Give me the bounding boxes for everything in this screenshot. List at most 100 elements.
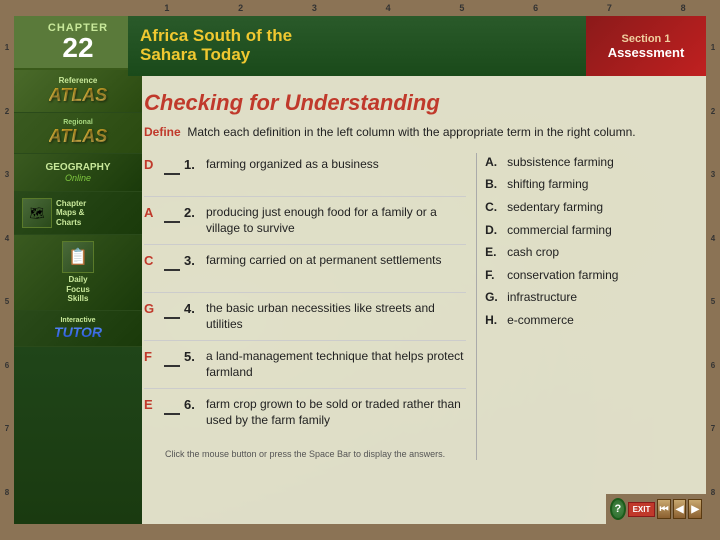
q-num-4: 4. <box>184 300 202 316</box>
ruler-right-4: 4 <box>711 207 715 271</box>
q-underline-1 <box>164 156 180 175</box>
daily-focus-label: DailyFocusSkills <box>66 275 90 304</box>
instruction-body: Match each definition in the left column… <box>187 125 635 139</box>
main-content: Checking for Understanding Define Match … <box>128 76 706 524</box>
click-note: Click the mouse button or press the Spac… <box>144 449 466 461</box>
ruler-left-7: 7 <box>5 397 9 461</box>
a-letter-c: C. <box>485 200 501 214</box>
a-letter-d: D. <box>485 223 501 237</box>
a-text-c: sedentary farming <box>507 200 603 216</box>
ruler-top: 1 2 3 4 5 6 7 8 <box>0 0 720 16</box>
table-row: F 5. a land-management technique that he… <box>144 345 466 389</box>
ruler-num-7: 7 <box>573 3 647 13</box>
next-button[interactable]: ▶ <box>688 499 702 519</box>
answers-column: A. subsistence farming B. shifting farmi… <box>476 153 690 461</box>
assessment-label: Assessment <box>608 45 685 60</box>
ruler-num-8: 8 <box>646 3 720 13</box>
q-num-2: 2. <box>184 204 202 220</box>
table-row: G 4. the basic urban necessities like st… <box>144 297 466 341</box>
a-text-f: conservation farming <box>507 268 618 284</box>
ruler-right-2: 2 <box>711 80 715 144</box>
q-underline-4 <box>164 300 180 319</box>
a-text-h: e-commerce <box>507 313 574 329</box>
q-answer-f: F <box>144 348 160 364</box>
ruler-num-2: 2 <box>204 3 278 13</box>
help-button[interactable]: ? <box>610 498 626 520</box>
q-num-3: 3. <box>184 252 202 268</box>
section-badge: Section 1 Assessment <box>586 16 706 76</box>
q-underline-2 <box>164 204 180 223</box>
section-label: Section 1 <box>622 33 671 45</box>
ruler-left-6: 6 <box>5 334 9 398</box>
sidebar-item-interactive-tutor[interactable]: Interactive TUTOR <box>14 311 142 347</box>
a-text-d: commercial farming <box>507 223 612 239</box>
ruler-right-6: 6 <box>711 334 715 398</box>
q-underline-3 <box>164 252 180 271</box>
chapter-box: CHAPTER 22 <box>14 16 142 70</box>
ruler-num-1: 1 <box>130 3 204 13</box>
sidebar-item-reference-atlas[interactable]: Reference ATLAS <box>14 70 142 113</box>
q-answer-d: D <box>144 156 160 172</box>
ruler-right: 1 2 3 4 5 6 7 8 <box>706 16 720 524</box>
a-text-g: infrastructure <box>507 290 577 306</box>
sidebar-item-geography-online[interactable]: GEOGRAPHY Online <box>14 154 142 192</box>
table-row: C 3. farming carried on at permanent set… <box>144 249 466 293</box>
a-letter-a: A. <box>485 155 501 169</box>
ruler-right-7: 7 <box>711 397 715 461</box>
reference-label: Reference <box>59 76 98 85</box>
sidebar-item-daily-focus[interactable]: 📋 DailyFocusSkills <box>14 235 142 311</box>
a-letter-h: H. <box>485 313 501 327</box>
list-item: B. shifting farming <box>485 175 690 195</box>
questions-column: D 1. farming organized as a business A 2… <box>144 153 466 461</box>
ruler-left-1: 1 <box>5 16 9 80</box>
q-text-6: farm crop grown to be sold or traded rat… <box>206 396 466 428</box>
online-label: Online <box>65 173 91 183</box>
a-text-e: cash crop <box>507 245 559 261</box>
list-item: A. subsistence farming <box>485 153 690 173</box>
sidebar-item-regional-atlas[interactable]: Regional ATLAS <box>14 113 142 154</box>
ruler-right-5: 5 <box>711 270 715 334</box>
ruler-num-5: 5 <box>425 3 499 13</box>
prev-button[interactable]: ◀ <box>673 499 687 519</box>
ruler-left-5: 5 <box>5 270 9 334</box>
table-row: A 2. producing just enough food for a fa… <box>144 201 466 245</box>
ruler-left-3: 3 <box>5 143 9 207</box>
a-text-b: shifting farming <box>507 177 588 193</box>
table-row: D 1. farming organized as a business <box>144 153 466 197</box>
a-letter-f: F. <box>485 268 501 282</box>
a-text-a: subsistence farming <box>507 155 614 171</box>
a-letter-b: B. <box>485 177 501 191</box>
q-text-3: farming carried on at permanent settleme… <box>206 252 466 268</box>
list-item: F. conservation farming <box>485 266 690 286</box>
a-letter-e: E. <box>485 245 501 259</box>
sidebar: CHAPTER 22 Reference ATLAS Regional ATLA… <box>14 16 142 524</box>
ruler-num-3: 3 <box>278 3 352 13</box>
sidebar-item-chapter-maps[interactable]: 🗺 ChapterMaps &Charts <box>14 192 142 235</box>
ruler-top-numbers: 1 2 3 4 5 6 7 8 <box>0 3 720 13</box>
atlas-logo-reference: ATLAS <box>49 85 108 106</box>
ruler-num-4: 4 <box>351 3 425 13</box>
ruler-right-8: 8 <box>711 461 715 525</box>
table-row: E 6. farm crop grown to be sold or trade… <box>144 393 466 437</box>
daily-focus-icon: 📋 <box>62 241 94 273</box>
ruler-left-8: 8 <box>5 461 9 525</box>
page-heading: Checking for Understanding <box>144 90 690 116</box>
q-underline-5 <box>164 348 180 367</box>
q-answer-g: G <box>144 300 160 316</box>
columns: D 1. farming organized as a business A 2… <box>144 153 690 461</box>
chapter-number: 22 <box>22 34 134 62</box>
bottom-nav-bar: ? EXIT ⏮ ◀ ▶ <box>606 494 706 524</box>
atlas-logo-regional: ATLAS <box>49 126 108 147</box>
list-item: D. commercial farming <box>485 221 690 241</box>
list-item: H. e-commerce <box>485 311 690 331</box>
ruler-left-4: 4 <box>5 207 9 271</box>
ruler-right-1: 1 <box>711 16 715 80</box>
prev-prev-button[interactable]: ⏮ <box>657 499 671 519</box>
q-num-5: 5. <box>184 348 202 364</box>
ruler-num-6: 6 <box>499 3 573 13</box>
q-answer-e: E <box>144 396 160 412</box>
exit-button[interactable]: EXIT <box>628 502 656 517</box>
ruler-right-3: 3 <box>711 143 715 207</box>
q-answer-a: A <box>144 204 160 220</box>
q-text-1: farming organized as a business <box>206 156 466 172</box>
